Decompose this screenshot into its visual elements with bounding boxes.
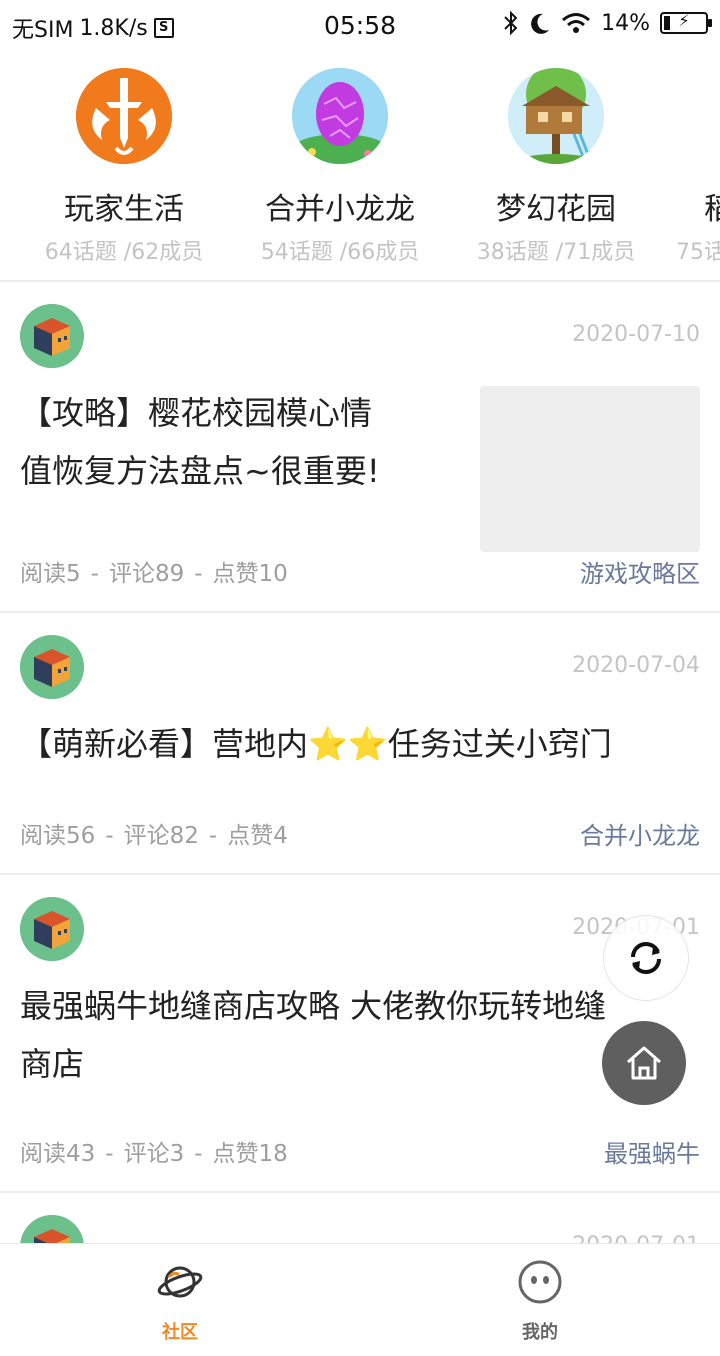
group-stats: 75话 xyxy=(676,240,720,265)
group-stats: 64话题 /62成员 xyxy=(44,240,204,265)
comment-count: 评论89 xyxy=(108,561,185,587)
group-scroller[interactable]: 玩家生活 64话题 /62成员 合并小龙龙 54话题 /66成员 梦幻花园 38… xyxy=(0,52,720,280)
post-title-line: 值恢复方法盘点~很重要! xyxy=(20,452,380,490)
tab-label: 我的 xyxy=(522,1322,558,1343)
separator: - xyxy=(105,1141,114,1167)
group-avatar xyxy=(76,68,172,164)
separator: - xyxy=(194,561,203,587)
battery-icon: ⚡ xyxy=(660,11,712,34)
like-count: 点赞4 xyxy=(227,823,288,849)
group-card[interactable]: 合并小龙龙 54话题 /66成员 xyxy=(232,68,448,266)
moon-icon xyxy=(531,13,550,34)
group-card[interactable]: 玩家生活 64话题 /62成员 xyxy=(16,68,232,266)
cube-avatar-icon xyxy=(20,897,84,961)
refresh-button[interactable] xyxy=(603,915,689,1001)
read-count: 阅读5 xyxy=(20,561,81,587)
cube-avatar-icon xyxy=(20,635,84,699)
wifi-icon xyxy=(562,13,591,33)
post-stats: 阅读5- 评论89- 点赞10 xyxy=(20,554,288,588)
post-stats: 阅读56- 评论82- 点赞4 xyxy=(20,816,288,850)
group-name: 玩家生活 xyxy=(64,192,184,227)
read-count: 阅读56 xyxy=(20,823,96,849)
like-count: 点赞10 xyxy=(212,561,288,587)
group-avatar xyxy=(292,68,388,164)
dragon-egg-icon xyxy=(292,68,388,164)
post-stats: 阅读43- 评论3- 点赞18 xyxy=(20,1134,288,1168)
comment-count: 评论82 xyxy=(123,823,199,849)
tab-community[interactable]: 社区 xyxy=(0,1258,360,1344)
status-right: 14% ⚡ xyxy=(503,10,712,36)
tab-label: 社区 xyxy=(162,1322,198,1343)
post-title[interactable]: 【攻略】樱花校园模心情 值恢复方法盘点~很重要! xyxy=(20,384,450,500)
post-tag[interactable]: 游戏攻略区 xyxy=(580,554,700,589)
post-thumbnail[interactable] xyxy=(480,386,700,552)
tab-mine[interactable]: 我的 xyxy=(360,1258,720,1344)
post-date: 2020-07-10 xyxy=(572,322,700,347)
comment-count: 评论3 xyxy=(123,1141,185,1167)
avatar[interactable] xyxy=(20,897,84,961)
face-icon xyxy=(518,1260,562,1304)
avatar[interactable] xyxy=(20,304,84,368)
separator: - xyxy=(194,1141,203,1167)
post-date: 2020-07-04 xyxy=(572,653,700,678)
group-stats: 54话题 /66成员 xyxy=(260,240,420,265)
group-avatar xyxy=(508,68,604,164)
status-bar: 无SIM 1.8K/s S 05:58 14% ⚡ xyxy=(0,0,720,52)
home-icon xyxy=(627,1046,661,1080)
post-title-line: 【攻略】樱花校园模心情 xyxy=(20,394,373,432)
group-stats: 38话题 /71成员 xyxy=(476,240,636,265)
group-name: 合并小龙龙 xyxy=(265,192,415,227)
separator: - xyxy=(90,561,99,587)
separator: - xyxy=(208,823,218,849)
refresh-icon xyxy=(631,942,661,974)
post-tag[interactable]: 合并小龙龙 xyxy=(580,816,700,851)
cube-avatar-icon xyxy=(20,304,84,368)
post-title[interactable]: 【萌新必看】营地内⭐⭐任务过关小窍门 xyxy=(20,715,710,773)
charging-icon: ⚡ xyxy=(678,11,690,30)
like-count: 点赞18 xyxy=(212,1141,288,1167)
read-count: 阅读43 xyxy=(20,1141,96,1167)
battery-percent: 14% xyxy=(601,10,650,36)
post-card[interactable]: 2020-07-10 【攻略】樱花校园模心情 值恢复方法盘点~很重要! 阅读5-… xyxy=(0,282,720,613)
post-card[interactable]: 2020-07-04 【萌新必看】营地内⭐⭐任务过关小窍门 阅读56- 评论82-… xyxy=(0,613,720,875)
treehouse-icon xyxy=(508,68,604,164)
home-button[interactable] xyxy=(602,1021,686,1105)
post-tag[interactable]: 最强蜗牛 xyxy=(604,1134,700,1169)
bluetooth-icon xyxy=(504,10,518,36)
separator: - xyxy=(105,823,114,849)
group-card[interactable]: 梦幻花园 38话题 /71成员 xyxy=(448,68,664,266)
post-title-line: 【萌新必看】营地内⭐⭐任务过关小窍门 xyxy=(20,725,612,763)
bottom-tab-bar: 社区 我的 xyxy=(0,1243,720,1356)
group-name: 梦幻花园 xyxy=(496,192,616,227)
sword-logo-icon xyxy=(76,68,172,164)
post-title-line: 最强蜗牛地缝商店攻略 大佬教你玩转地缝 xyxy=(20,987,607,1025)
group-card[interactable]: 稻 75话 xyxy=(664,68,720,266)
avatar[interactable] xyxy=(20,635,84,699)
group-name: 稻 xyxy=(704,192,720,227)
planet-icon xyxy=(157,1266,203,1298)
